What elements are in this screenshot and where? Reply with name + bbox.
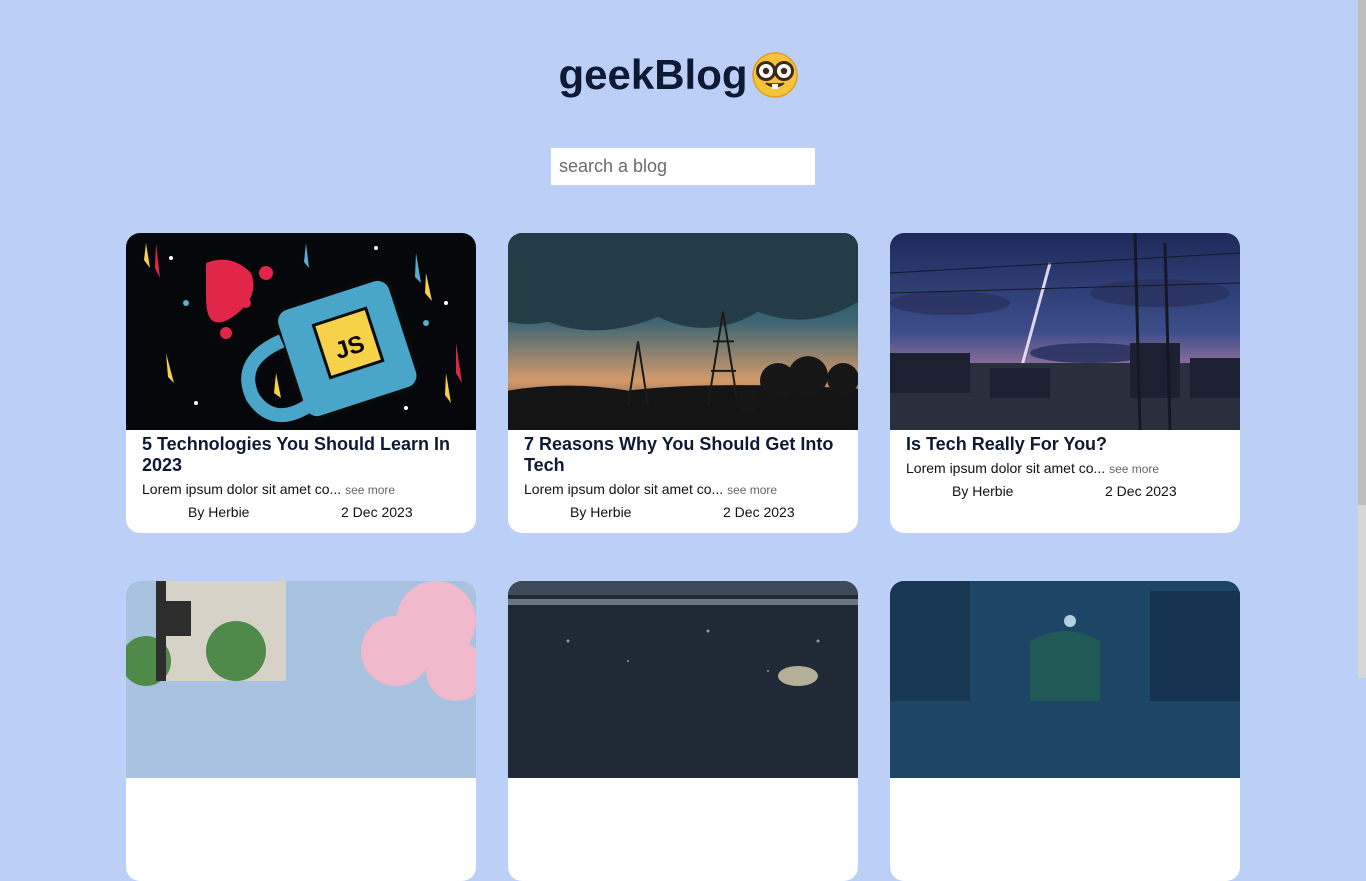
page-scrollbar[interactable] (1358, 0, 1366, 678)
blog-card[interactable] (508, 581, 858, 881)
site-title: geekBlog (558, 51, 748, 98)
post-excerpt-text: Lorem ipsum dolor sit amet co... (524, 481, 724, 497)
blog-card[interactable]: Is Tech Really For You? Lorem ipsum dolo… (890, 233, 1240, 533)
post-excerpt: Lorem ipsum dolor sit amet co... see mor… (906, 458, 1224, 479)
post-thumbnail (890, 581, 1240, 778)
post-title[interactable]: 5 Technologies You Should Learn In 2023 (142, 434, 460, 476)
see-more-link[interactable]: see more (1109, 462, 1159, 476)
post-thumbnail (890, 233, 1240, 430)
post-author: By Herbie (952, 483, 1014, 499)
post-thumbnail (508, 233, 858, 430)
post-meta: By Herbie 2 Dec 2023 (142, 502, 460, 522)
post-title[interactable]: 7 Reasons Why You Should Get Into Tech (524, 434, 842, 476)
post-excerpt-text: Lorem ipsum dolor sit amet co... (142, 481, 342, 497)
blog-card[interactable]: JS 5 Technologies You Should Learn In 20… (126, 233, 476, 533)
post-meta: By Herbie 2 Dec 2023 (906, 481, 1224, 501)
post-excerpt: Lorem ipsum dolor sit amet co... see mor… (142, 479, 460, 500)
scrollbar-thumb[interactable] (1358, 0, 1366, 505)
post-thumbnail (126, 581, 476, 778)
post-excerpt: Lorem ipsum dolor sit amet co... see mor… (524, 479, 842, 500)
post-thumbnail (508, 581, 858, 778)
post-title[interactable]: Is Tech Really For You? (906, 434, 1224, 455)
post-meta: By Herbie 2 Dec 2023 (524, 502, 842, 522)
blog-card[interactable] (126, 581, 476, 881)
search-input[interactable] (551, 148, 815, 185)
site-header: geekBlog (0, 50, 1358, 100)
see-more-link[interactable]: see more (345, 483, 395, 497)
post-date: 2 Dec 2023 (341, 504, 413, 520)
post-author: By Herbie (188, 504, 250, 520)
nerd-face-icon (751, 52, 798, 98)
post-date: 2 Dec 2023 (723, 504, 795, 520)
blog-card[interactable] (890, 581, 1240, 881)
post-excerpt-text: Lorem ipsum dolor sit amet co... (906, 460, 1106, 476)
post-thumbnail: JS (126, 233, 476, 430)
post-author: By Herbie (570, 504, 632, 520)
blog-card[interactable]: 7 Reasons Why You Should Get Into Tech L… (508, 233, 858, 533)
post-date: 2 Dec 2023 (1105, 483, 1177, 499)
see-more-link[interactable]: see more (727, 483, 777, 497)
